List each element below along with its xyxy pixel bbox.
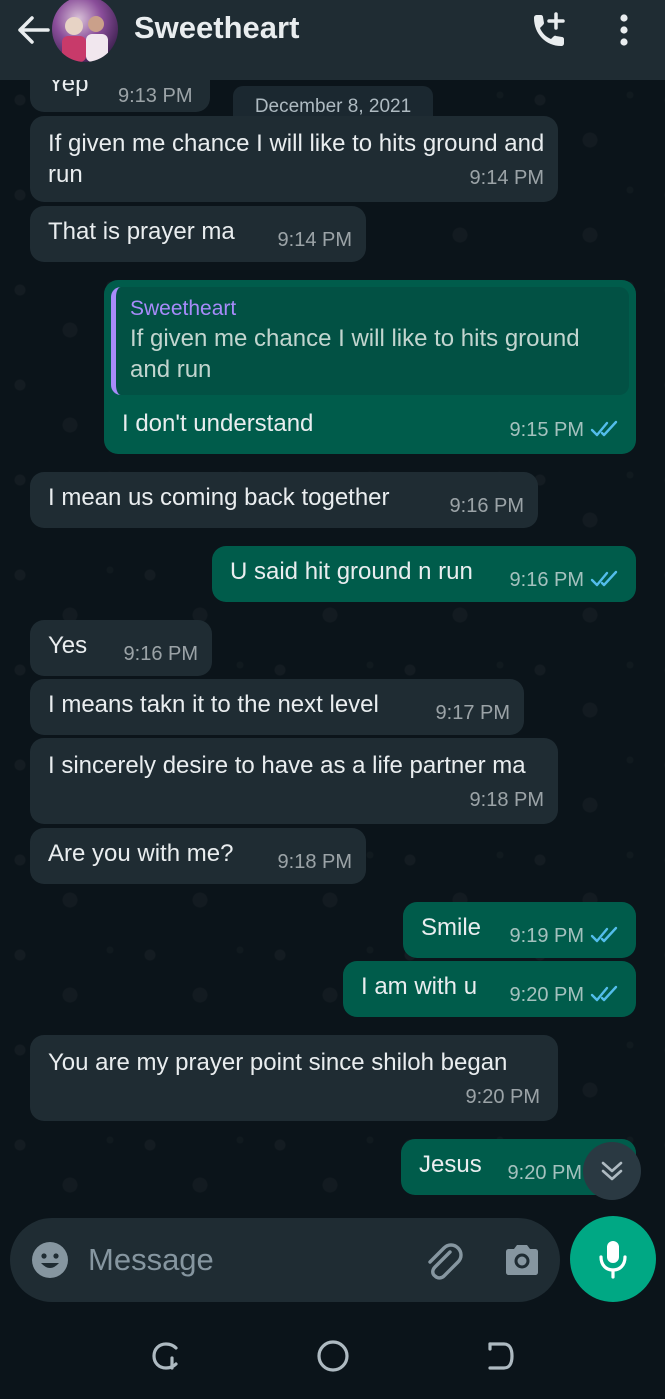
- back-nav-icon[interactable]: [480, 1336, 520, 1376]
- message-input[interactable]: [88, 1236, 408, 1284]
- message-time: 9:13 PM: [118, 85, 193, 107]
- message-bubble-incoming[interactable]: That is prayer ma 9:14 PM: [30, 206, 366, 262]
- avatar[interactable]: [52, 0, 118, 62]
- paperclip-icon[interactable]: [420, 1238, 464, 1282]
- message-text: Are you with me?: [48, 840, 234, 867]
- message-time: 9:20 PM: [465, 1086, 540, 1108]
- double-check-icon: [590, 926, 618, 943]
- message-text: Yep: [48, 80, 89, 97]
- double-check-icon: [590, 570, 618, 587]
- message-bubble-outgoing[interactable]: Sweetheart If given me chance I will lik…: [104, 280, 636, 454]
- scroll-to-bottom-button[interactable]: [583, 1142, 641, 1200]
- message-bubble-outgoing[interactable]: I am with u 9:20 PM: [343, 961, 636, 1017]
- double-check-icon: [590, 420, 618, 437]
- contact-name[interactable]: Sweetheart: [134, 10, 299, 46]
- message-bubble-incoming[interactable]: Are you with me? 9:18 PM: [30, 828, 366, 884]
- message-time: 9:14 PM: [469, 167, 544, 189]
- message-time: 9:15 PM: [510, 415, 620, 446]
- message-bubble-incoming[interactable]: Yes 9:16 PM: [30, 620, 212, 676]
- message-text: I am with u: [361, 973, 478, 1000]
- message-text: Jesus: [419, 1151, 482, 1178]
- message-text: I means takn it to the next level: [48, 691, 379, 718]
- message-text: I sincerely desire to have as a life par…: [48, 752, 526, 779]
- message-time: 9:16 PM: [510, 565, 620, 596]
- more-vert-icon[interactable]: [612, 10, 636, 50]
- chat-area[interactable]: Yep 9:13 PM December 8, 2021 If given me…: [0, 80, 665, 1220]
- message-composer: [10, 1218, 560, 1302]
- message-bubble-incoming[interactable]: If given me chance I will like to hits g…: [30, 116, 558, 202]
- home-icon[interactable]: [313, 1336, 353, 1376]
- add-call-icon[interactable]: [526, 10, 570, 50]
- quote-text: If given me chance I will like to hits g…: [130, 325, 580, 383]
- message-time: 9:18 PM: [469, 789, 544, 811]
- message-time: 9:14 PM: [277, 229, 352, 251]
- system-nav-bar: [0, 1310, 665, 1399]
- message-bubble-incoming[interactable]: Yep 9:13 PM: [30, 80, 210, 112]
- message-bubble-outgoing[interactable]: Smile 9:19 PM: [403, 902, 636, 958]
- chat-header: Sweetheart: [0, 0, 665, 80]
- recent-apps-icon[interactable]: [146, 1336, 186, 1376]
- message-text: I don't understand: [122, 410, 314, 437]
- mic-icon: [599, 1241, 627, 1279]
- message-time: 9:18 PM: [277, 851, 352, 873]
- message-text: I mean us coming back together: [48, 484, 390, 511]
- quote-author: Sweetheart: [130, 297, 237, 320]
- arrow-left-icon[interactable]: [14, 14, 50, 46]
- mic-button[interactable]: [570, 1216, 656, 1302]
- message-time: 9:17 PM: [435, 702, 510, 724]
- message-bubble-incoming[interactable]: I means takn it to the next level 9:17 P…: [30, 679, 524, 735]
- message-bubble-incoming[interactable]: You are my prayer point since shiloh beg…: [30, 1035, 558, 1121]
- message-bubble-outgoing[interactable]: U said hit ground n run 9:16 PM: [212, 546, 636, 602]
- message-time: 9:20 PM: [507, 1162, 582, 1184]
- message-bubble-incoming[interactable]: I sincerely desire to have as a life par…: [30, 738, 558, 824]
- message-bubble-incoming[interactable]: I mean us coming back together 9:16 PM: [30, 472, 538, 528]
- message-time: 9:16 PM: [123, 643, 198, 665]
- message-time: 9:16 PM: [449, 495, 524, 517]
- message-text: Smile: [421, 914, 482, 941]
- message-text: That is prayer ma: [48, 218, 235, 245]
- message-text: You are my prayer point since shiloh beg…: [48, 1049, 508, 1076]
- message-text: Yes: [48, 632, 88, 659]
- double-chevron-down-icon: [601, 1161, 623, 1181]
- camera-icon[interactable]: [500, 1238, 544, 1282]
- emoji-icon[interactable]: [30, 1240, 70, 1280]
- double-check-icon: [590, 985, 618, 1002]
- message-time: 9:20 PM: [510, 980, 620, 1011]
- quoted-message[interactable]: Sweetheart If given me chance I will lik…: [111, 287, 629, 395]
- message-text: U said hit ground n run: [230, 558, 473, 585]
- message-time: 9:19 PM: [510, 921, 620, 952]
